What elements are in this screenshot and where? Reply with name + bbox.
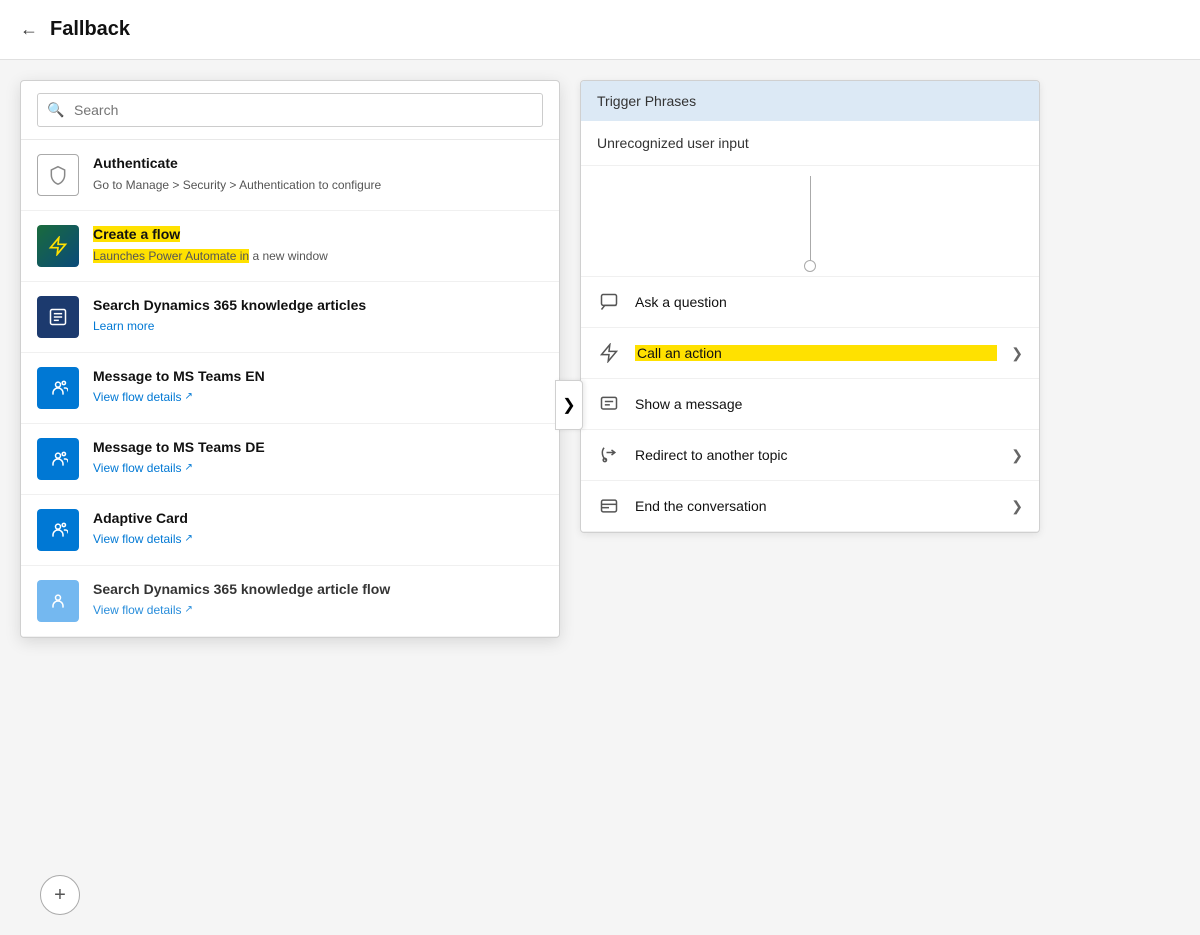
trigger-phrases-title: Trigger Phrases [597, 93, 696, 109]
dropdown-popup: 🔍 Authenticate Go to Mana [20, 80, 560, 638]
action-list: Ask a question Call an action ❯ [581, 276, 1039, 532]
back-button[interactable]: ← [20, 19, 38, 40]
plus-icon: + [54, 884, 66, 907]
search-input[interactable] [37, 93, 543, 127]
chevron-right-icon: ❯ [562, 395, 575, 415]
security-text: Security [183, 178, 226, 192]
redirect-label: Redirect to another topic [635, 447, 997, 463]
external-link-icon-dynamics: ↗ [185, 604, 193, 615]
item-content-authenticate: Authenticate Go to Manage > Security > A… [93, 154, 543, 193]
item-title-create-flow: Create a flow [93, 225, 543, 245]
item-icon-create-flow [37, 225, 79, 267]
bolt-icon [597, 341, 621, 365]
end-icon [597, 494, 621, 518]
learn-more-text: Learn more [93, 319, 154, 333]
list-item-create-flow[interactable]: Create a flow Launches Power Automate in… [21, 211, 559, 282]
action-item-call-action[interactable]: Call an action ❯ [581, 328, 1039, 379]
item-title-teams-en: Message to MS Teams EN [93, 367, 543, 387]
connector-line [810, 176, 811, 266]
main-content: 🔍 Authenticate Go to Mana [0, 60, 1200, 935]
page-title: Fallback [50, 18, 130, 41]
chat-icon [597, 290, 621, 314]
item-subtitle-create-flow: Launches Power Automate in a new window [93, 248, 543, 265]
flow-card-header: Trigger Phrases [581, 81, 1039, 121]
learn-more-link[interactable]: Learn more [93, 319, 154, 333]
item-icon-authenticate [37, 154, 79, 196]
back-arrow-icon: ← [20, 19, 38, 40]
external-link-icon: ↗ [185, 391, 193, 402]
redirect-icon [597, 443, 621, 467]
item-title-teams-de: Message to MS Teams DE [93, 438, 543, 458]
call-action-arrow: ❯ [1011, 345, 1023, 362]
item-icon-dynamics-flow [37, 580, 79, 622]
highlighted-subtitle: Launches Power Automate in [93, 249, 249, 263]
item-content-teams-de: Message to MS Teams DE View flow details… [93, 438, 543, 477]
item-content-dynamics-flow: Search Dynamics 365 knowledge article fl… [93, 580, 543, 619]
view-flow-details-link-de[interactable]: View flow details ↗ [93, 461, 193, 475]
trigger-text: Unrecognized user input [581, 121, 1039, 166]
item-content-teams-en: Message to MS Teams EN View flow details… [93, 367, 543, 406]
message-icon [597, 392, 621, 416]
search-icon: 🔍 [47, 102, 64, 119]
ask-question-label: Ask a question [635, 294, 1023, 310]
view-flow-text-dynamics: View flow details [93, 603, 182, 617]
item-icon-teams-en [37, 367, 79, 409]
connector-circle [804, 260, 816, 272]
item-title-dynamics-flow: Search Dynamics 365 knowledge article fl… [93, 580, 543, 600]
item-content-adaptive-card: Adaptive Card View flow details ↗ [93, 509, 543, 548]
action-item-ask-question[interactable]: Ask a question [581, 277, 1039, 328]
item-icon-teams-de [37, 438, 79, 480]
item-content-create-flow: Create a flow Launches Power Automate in… [93, 225, 543, 264]
redirect-arrow: ❯ [1011, 447, 1023, 464]
view-flow-details-link-adaptive[interactable]: View flow details ↗ [93, 532, 193, 546]
header: ← Fallback [0, 0, 1200, 60]
action-item-show-message[interactable]: Show a message [581, 379, 1039, 430]
list-item[interactable]: Authenticate Go to Manage > Security > A… [21, 140, 559, 211]
list-container[interactable]: Authenticate Go to Manage > Security > A… [21, 140, 559, 637]
view-flow-text-adaptive: View flow details [93, 532, 182, 546]
view-flow-text-de: View flow details [93, 461, 182, 475]
call-action-label: Call an action [635, 345, 997, 361]
view-flow-details-link-en[interactable]: View flow details ↗ [93, 390, 193, 404]
item-icon-search-dynamics [37, 296, 79, 338]
view-flow-text-en: View flow details [93, 390, 182, 404]
panel-chevron-button[interactable]: ❯ [555, 380, 583, 430]
item-subtitle: Go to Manage > Security > Authentication… [93, 177, 543, 194]
item-title-adaptive-card: Adaptive Card [93, 509, 543, 529]
action-item-end-conversation[interactable]: End the conversation ❯ [581, 481, 1039, 532]
end-conversation-arrow: ❯ [1011, 498, 1023, 515]
external-link-icon-adaptive: ↗ [185, 533, 193, 544]
list-item-dynamics-flow[interactable]: Search Dynamics 365 knowledge article fl… [21, 566, 559, 637]
action-item-redirect[interactable]: Redirect to another topic ❯ [581, 430, 1039, 481]
list-item-teams-en[interactable]: Message to MS Teams EN View flow details… [21, 353, 559, 424]
item-icon-adaptive-card [37, 509, 79, 551]
item-title: Authenticate [93, 154, 543, 174]
left-panel: 🔍 Authenticate Go to Mana [0, 60, 580, 935]
list-item-search-dynamics[interactable]: Search Dynamics 365 knowledge articles L… [21, 282, 559, 353]
end-conversation-label: End the conversation [635, 498, 997, 514]
flow-card: Trigger Phrases Unrecognized user input [580, 80, 1040, 533]
search-wrapper: 🔍 [37, 93, 543, 127]
list-item-teams-de[interactable]: Message to MS Teams DE View flow details… [21, 424, 559, 495]
item-title-search-dynamics: Search Dynamics 365 knowledge articles [93, 296, 543, 316]
right-panel: Trigger Phrases Unrecognized user input [580, 60, 1200, 935]
search-bar: 🔍 [21, 81, 559, 140]
item-content-search-dynamics: Search Dynamics 365 knowledge articles L… [93, 296, 543, 335]
highlighted-title: Create a flow [93, 226, 180, 242]
view-flow-details-link-dynamics[interactable]: View flow details ↗ [93, 603, 193, 617]
connector-area [581, 166, 1039, 276]
list-item-adaptive-card[interactable]: Adaptive Card View flow details ↗ [21, 495, 559, 566]
external-link-icon-de: ↗ [185, 462, 193, 473]
add-button[interactable]: + [40, 875, 80, 915]
show-message-label: Show a message [635, 396, 1023, 412]
